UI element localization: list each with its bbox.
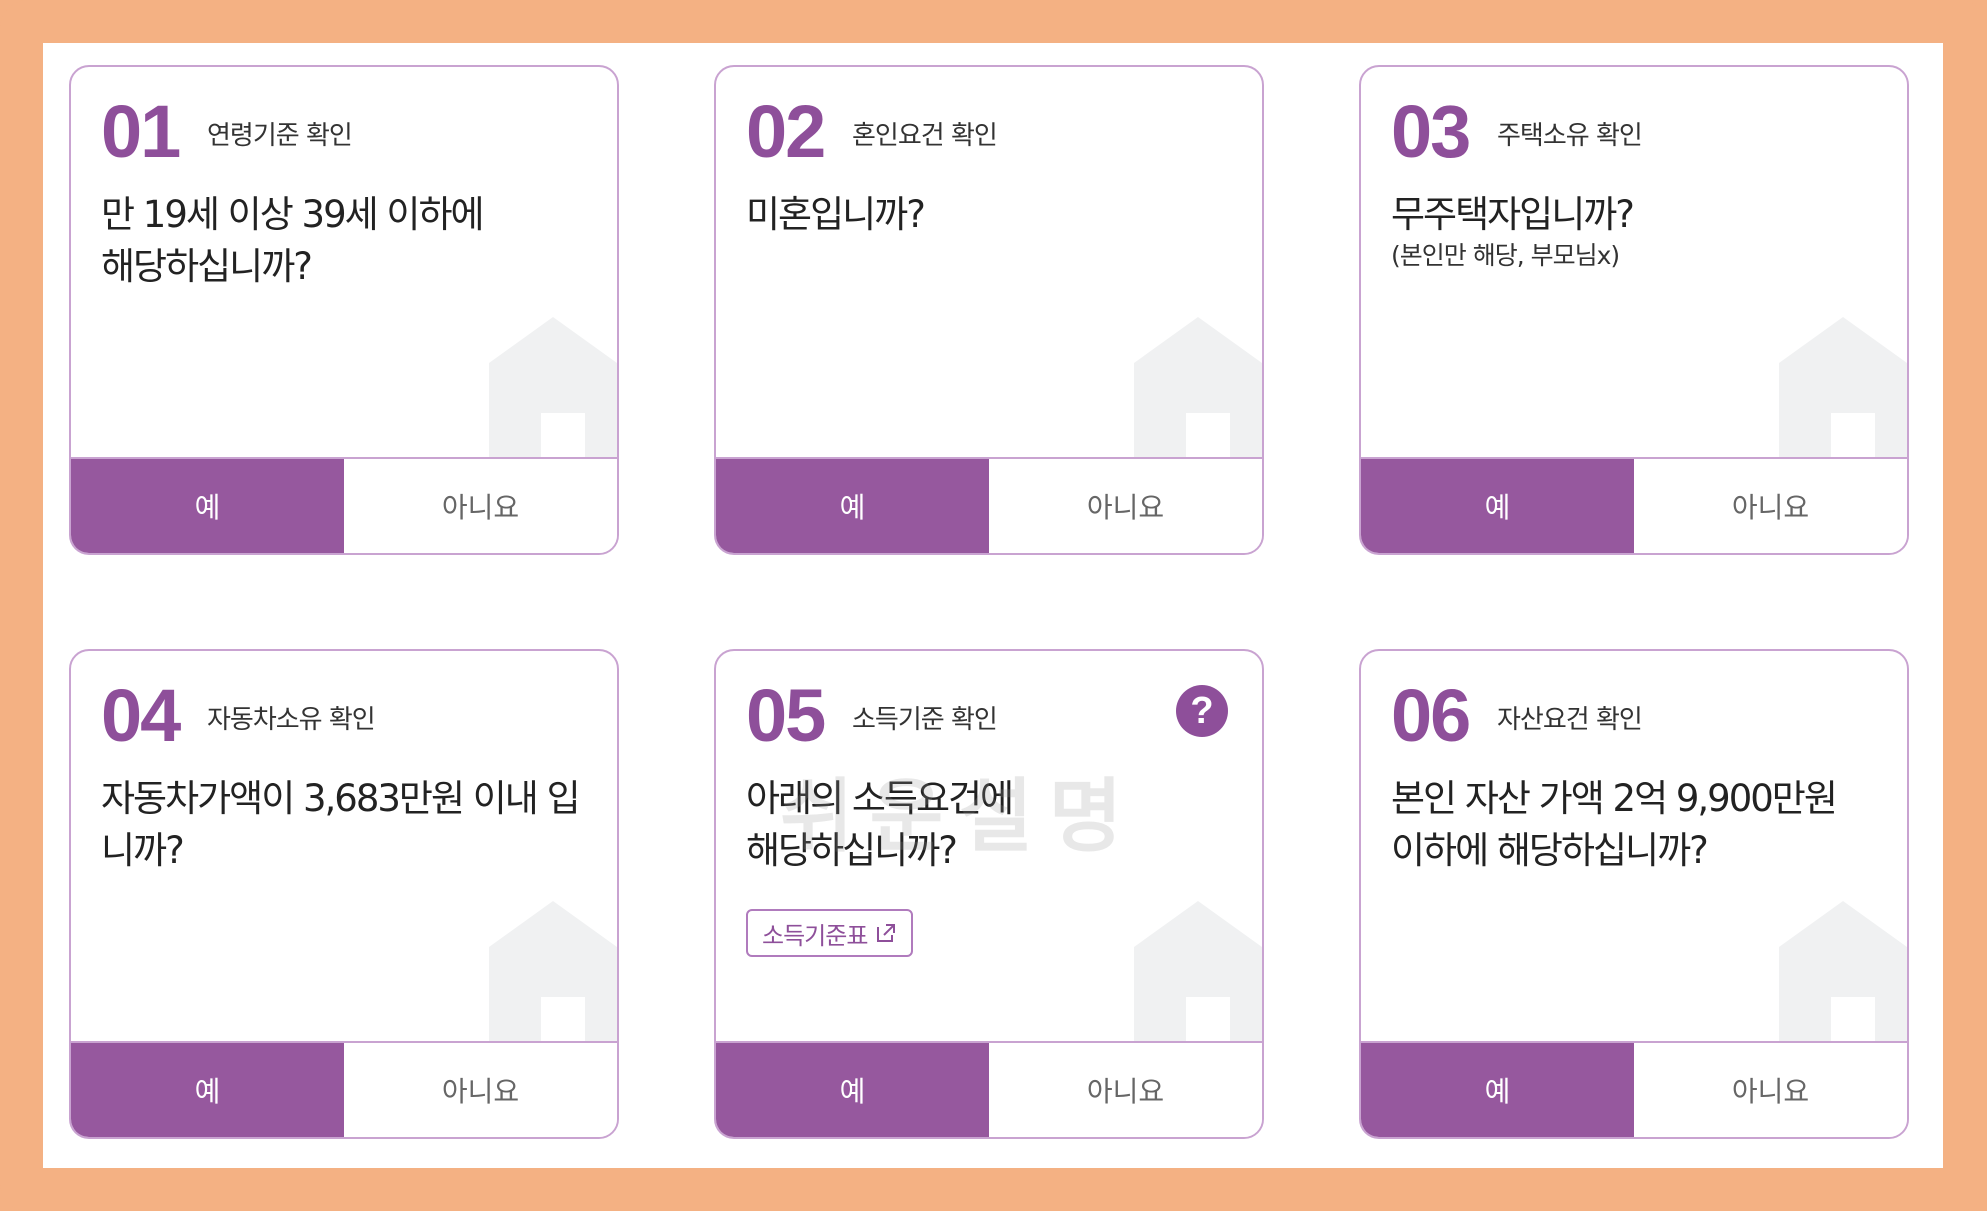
- card-number: 03: [1391, 90, 1471, 173]
- card-question: 본인 자산 가액 2억 9,900만원 이하에 해당하십니까?: [1391, 777, 1838, 872]
- card-vehicle: 04 자동차소유 확인 자동차가액이 3,683만원 이내 입 니까? 예 아니…: [69, 649, 619, 1139]
- no-button[interactable]: 아니요: [989, 459, 1262, 553]
- card-number: 05: [746, 674, 826, 757]
- answer-row: 예 아니요: [1361, 457, 1907, 553]
- card-category: 자동차소유 확인: [207, 705, 376, 735]
- card-number: 06: [1391, 674, 1471, 757]
- card-marital: 02 혼인요건 확인 미혼입니까? 예 아니요: [714, 65, 1264, 555]
- card-question: 만 19세 이상 39세 이하에 해당하십니까?: [101, 193, 485, 288]
- house-icon: [1134, 317, 1262, 463]
- card-category: 자산요건 확인: [1497, 705, 1643, 735]
- card-number: 02: [746, 90, 826, 173]
- income-table-link[interactable]: 소득기준표: [746, 909, 914, 957]
- card-question: 자동차가액이 3,683만원 이내 입 니까?: [101, 777, 581, 872]
- no-button[interactable]: 아니요: [344, 1043, 617, 1137]
- card-income: 05 소득기준 확인 ? 아래의 소득요건에 해당하십니까? 소득기준표 예 아…: [714, 649, 1264, 1139]
- card-housing: 03 주택소유 확인 무주택자입니까? (본인만 해당, 부모님x) 예 아니요: [1359, 65, 1909, 555]
- yes-button[interactable]: 예: [716, 459, 989, 553]
- answer-row: 예 아니요: [1361, 1041, 1907, 1137]
- answer-row: 예 아니요: [71, 1041, 617, 1137]
- external-link-icon: [877, 924, 896, 942]
- house-icon: [1779, 901, 1907, 1047]
- yes-button[interactable]: 예: [1361, 1043, 1634, 1137]
- card-category: 혼인요건 확인: [852, 121, 998, 151]
- card-category: 주택소유 확인: [1497, 121, 1643, 151]
- help-icon[interactable]: ?: [1176, 685, 1228, 737]
- income-table-label: 소득기준표: [762, 921, 868, 950]
- answer-row: 예 아니요: [71, 457, 617, 553]
- card-question: 미혼입니까?: [746, 193, 926, 236]
- no-button[interactable]: 아니요: [344, 459, 617, 553]
- no-button[interactable]: 아니요: [989, 1043, 1262, 1137]
- checklist-panel: 01 연령기준 확인 만 19세 이상 39세 이하에 해당하십니까? 예 아니…: [43, 43, 1943, 1168]
- card-age: 01 연령기준 확인 만 19세 이상 39세 이하에 해당하십니까? 예 아니…: [69, 65, 619, 555]
- no-button[interactable]: 아니요: [1634, 459, 1907, 553]
- house-icon: [1779, 317, 1907, 463]
- house-icon: [489, 317, 617, 463]
- card-number: 01: [101, 90, 181, 173]
- yes-button[interactable]: 예: [1361, 459, 1634, 553]
- yes-button[interactable]: 예: [71, 459, 344, 553]
- answer-row: 예 아니요: [716, 457, 1262, 553]
- card-assets: 06 자산요건 확인 본인 자산 가액 2억 9,900만원 이하에 해당하십니…: [1359, 649, 1909, 1139]
- card-category: 연령기준 확인: [207, 121, 353, 151]
- no-button[interactable]: 아니요: [1634, 1043, 1907, 1137]
- card-note: (본인만 해당, 부모님x): [1391, 241, 1620, 270]
- card-number: 04: [101, 674, 181, 757]
- yes-button[interactable]: 예: [716, 1043, 989, 1137]
- house-icon: [1134, 901, 1262, 1047]
- card-question: 무주택자입니까?: [1391, 193, 1635, 236]
- card-question: 아래의 소득요건에 해당하십니까?: [746, 777, 1014, 872]
- yes-button[interactable]: 예: [71, 1043, 344, 1137]
- answer-row: 예 아니요: [716, 1041, 1262, 1137]
- house-icon: [489, 901, 617, 1047]
- card-category: 소득기준 확인: [852, 705, 998, 735]
